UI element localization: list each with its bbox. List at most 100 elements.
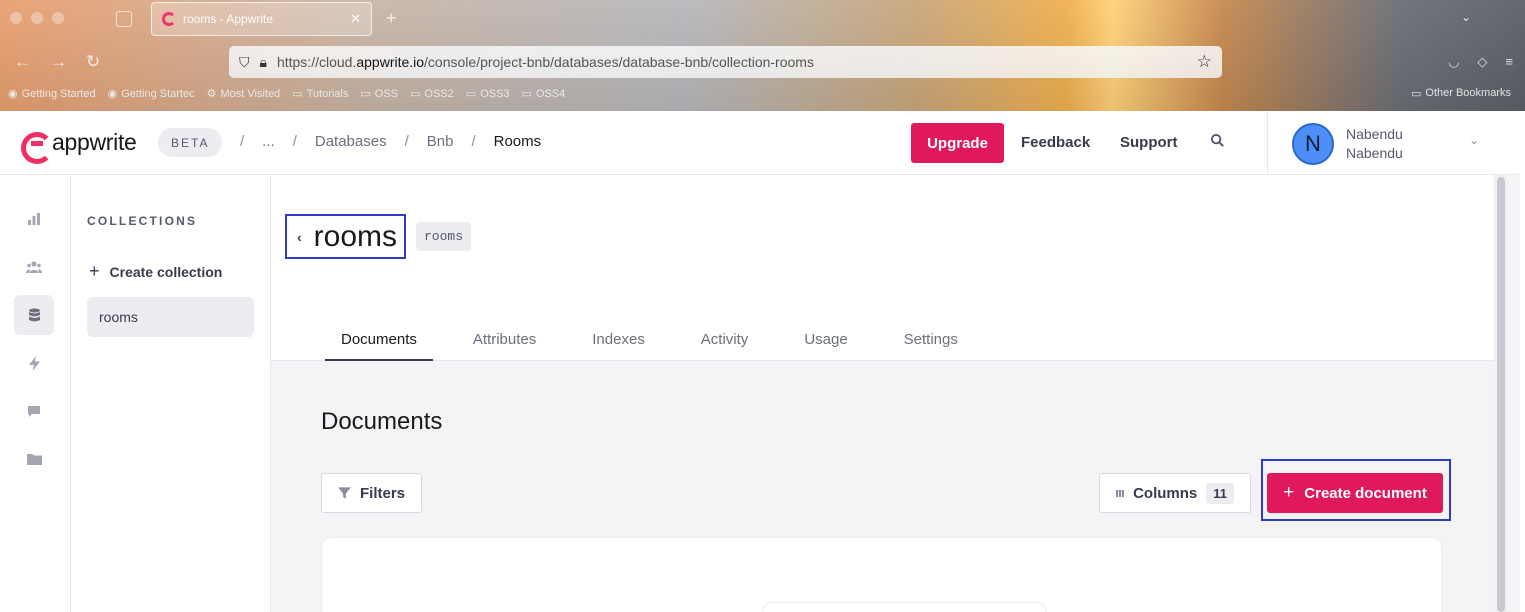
bookmark-folder[interactable]: ▭ Tutorials [292, 87, 348, 101]
support-button[interactable]: Support [1120, 134, 1178, 151]
bookmark-folder[interactable]: ▭ OSS2 [410, 87, 454, 101]
create-collection-label: Create collection [109, 263, 223, 280]
breadcrumb-rooms[interactable]: Rooms [494, 133, 542, 150]
tab-documents[interactable]: Documents [325, 327, 433, 361]
menu-icon[interactable]: ≡ [1505, 54, 1513, 70]
bookmark-item[interactable]: ◉ Getting Startec [108, 87, 195, 101]
breadcrumb-databases[interactable]: Databases [315, 133, 387, 150]
pocket-icon[interactable]: ◡ [1448, 54, 1459, 70]
folder-icon: ▭ [465, 88, 477, 100]
sidebar-item-overview[interactable] [14, 199, 54, 239]
folder-icon: ▭ [410, 88, 421, 100]
bookmarks-bar: ◉ Getting Started ◉ Getting Startec ⚙ Most … [8, 87, 566, 101]
breadcrumb-separator: / [471, 133, 476, 150]
collection-tabs: Documents Attributes Indexes Activity Us… [325, 327, 998, 361]
empty-state-illustration [762, 602, 1047, 612]
bookmark-folder[interactable]: ▭ OSS3 [465, 87, 510, 101]
browser-tab-title: rooms - Appwrite [183, 12, 274, 26]
message-icon [28, 405, 40, 417]
collection-title-group: ‹ rooms [285, 214, 406, 259]
icon-sidebar [0, 175, 71, 612]
breadcrumb-bnb[interactable]: Bnb [427, 133, 454, 150]
documents-heading: Documents [321, 408, 443, 435]
bookmark-folder[interactable]: ▭ OSS [360, 87, 398, 101]
chart-icon [28, 213, 40, 225]
sidebar-item-auth[interactable] [14, 247, 54, 287]
folder-icon [26, 454, 42, 465]
minimize-window-button[interactable] [31, 12, 43, 24]
user-menu[interactable]: Nabendu Nabendu [1346, 125, 1403, 163]
sidebar-item-functions[interactable] [14, 343, 54, 383]
address-bar[interactable]: ⛉ 🔒︎ https://cloud.appwrite.io/console/p… [229, 46, 1222, 78]
user-org: Nabendu [1346, 145, 1403, 161]
breadcrumb-separator: / [292, 133, 297, 150]
bookmark-star-icon[interactable]: ☆ [1197, 52, 1212, 72]
bookmark-item[interactable]: ◉ Getting Started [8, 87, 96, 101]
sidebar-item-databases[interactable] [14, 295, 54, 335]
collection-header: ‹ rooms rooms Documents Attributes Index… [271, 175, 1493, 361]
page-title: rooms [313, 219, 398, 253]
folder-icon: ▭ [521, 88, 532, 100]
tab-usage[interactable]: Usage [788, 327, 863, 360]
tab-activity[interactable]: Activity [685, 327, 765, 360]
back-button[interactable]: ← [14, 52, 31, 72]
browser-tab[interactable]: rooms - Appwrite ✕ [151, 2, 372, 36]
shield-icon[interactable]: ⛉ [239, 54, 250, 71]
database-icon [28, 308, 40, 321]
close-tab-icon[interactable]: ✕ [350, 11, 361, 27]
firefox-icon: ◉ [8, 88, 18, 100]
maximize-window-button[interactable] [52, 12, 64, 24]
folder-icon: ▭ [360, 88, 371, 100]
sidebar-item-storage[interactable] [14, 439, 54, 479]
logo-text: appwrite [52, 129, 137, 155]
back-chevron-icon[interactable]: ‹ [297, 229, 302, 245]
chevron-down-icon[interactable]: ⌄ [1469, 133, 1479, 147]
columns-label: Columns [1133, 484, 1198, 502]
tab-attributes[interactable]: Attributes [457, 327, 552, 360]
url-text[interactable]: https://cloud.appwrite.io/console/projec… [277, 54, 1187, 70]
scrollbar-thumb[interactable] [1497, 177, 1505, 612]
browser-toolbar-right: ◡ ◇ ≡ [1448, 54, 1513, 70]
create-document-button[interactable]: + Create document [1267, 473, 1443, 513]
breadcrumb: / ... / Databases / Bnb / Rooms [240, 133, 559, 150]
users-icon [26, 261, 42, 273]
tab-list-chevron-icon[interactable]: ⌄ [1461, 10, 1471, 24]
beta-badge: BETA [158, 128, 223, 157]
bookmark-folder[interactable]: ▭ OSS4 [521, 87, 566, 101]
columns-button[interactable]: Columns 11 [1099, 473, 1251, 513]
new-tab-button[interactable]: + [386, 8, 397, 29]
create-document-label: Create document [1304, 484, 1427, 502]
scrollbar[interactable] [1495, 175, 1507, 612]
tab-indexes[interactable]: Indexes [576, 327, 661, 360]
user-name: Nabendu [1346, 126, 1403, 142]
plus-icon: + [1283, 482, 1295, 503]
collection-item-rooms[interactable]: rooms [87, 297, 254, 337]
tab-overview-icon[interactable] [116, 11, 132, 27]
create-collection-button[interactable]: + Create collection [89, 261, 222, 282]
upgrade-button[interactable]: Upgrade [911, 123, 1004, 163]
search-icon[interactable] [1210, 133, 1225, 152]
app-header: appwrite BETA / ... / Databases / Bnb / … [0, 111, 1525, 175]
collections-heading: COLLECTIONS [87, 214, 198, 228]
bolt-icon [28, 355, 40, 371]
sidebar-item-messaging[interactable] [14, 391, 54, 431]
forward-button[interactable]: → [50, 52, 67, 72]
avatar[interactable]: N [1292, 123, 1334, 165]
filters-button[interactable]: Filters [321, 473, 422, 513]
other-bookmarks[interactable]: ▭ Other Bookmarks [1411, 87, 1511, 100]
bookmark-item[interactable]: ⚙ Most Visited [207, 87, 281, 101]
reload-button[interactable]: ↻ [86, 52, 100, 72]
appwrite-favicon-icon [162, 12, 176, 26]
tab-settings[interactable]: Settings [888, 327, 974, 360]
columns-icon [1116, 489, 1125, 497]
appwrite-logo[interactable]: appwrite [21, 129, 137, 164]
documents-empty-card [321, 537, 1442, 612]
extension-icon[interactable]: ◇ [1477, 54, 1487, 70]
breadcrumb-ellipsis[interactable]: ... [262, 133, 275, 150]
close-window-button[interactable] [10, 12, 22, 24]
lock-icon[interactable]: 🔒︎ [260, 54, 267, 71]
collections-panel: COLLECTIONS + Create collection rooms [71, 175, 271, 612]
collection-id-chip[interactable]: rooms [416, 222, 472, 251]
feedback-button[interactable]: Feedback [1021, 134, 1090, 151]
folder-icon: ▭ [292, 88, 303, 100]
